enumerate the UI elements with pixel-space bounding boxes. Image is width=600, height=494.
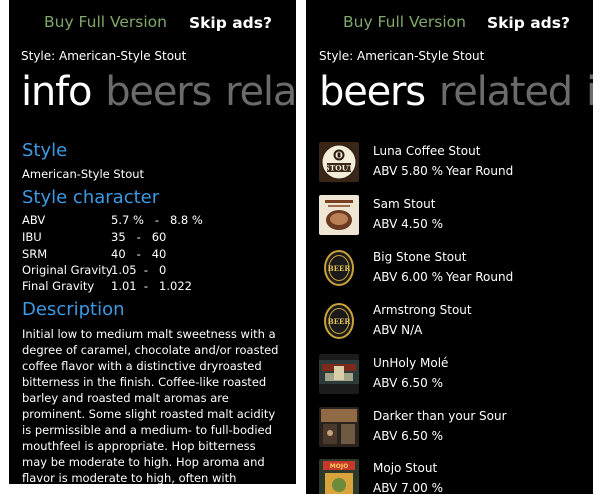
character-row-og: Original Gravity1.05 - 0 (22, 263, 166, 279)
skip-ads-link[interactable]: Skip ads? (189, 14, 272, 32)
svg-text:STOUT: STOUT (324, 164, 354, 173)
style-character-heading: Style character (22, 187, 160, 208)
beer-list-item[interactable]: BEER Armstrong Stout ABV N/A (319, 301, 589, 345)
luna-stout-logo-icon: STOUT (319, 142, 359, 182)
pivot-tab-related[interactable]: relat (225, 69, 296, 115)
beer-name: Big Stone Stout (373, 250, 467, 264)
beer-availability: Year Round (446, 164, 514, 178)
character-value: 5.7 % - 8.8 % (111, 213, 203, 227)
style-title: Style: American-Style Stout (319, 49, 485, 63)
svg-text:BEER: BEER (328, 264, 351, 273)
beer-name: UnHoly Molé (373, 356, 449, 370)
style-title: Style: American-Style Stout (21, 49, 187, 63)
character-row-srm: SRM 40 - 40 (22, 247, 166, 263)
beer-abv: ABV N/A (373, 323, 423, 337)
character-label: Final Gravity (22, 279, 95, 293)
skip-ads-link[interactable]: Skip ads? (487, 14, 570, 32)
svg-text:MOJO: MOJO (330, 463, 348, 470)
character-label: Original Gravity (22, 263, 113, 277)
character-label: IBU (22, 230, 42, 244)
darker-sour-photo-icon (319, 407, 359, 447)
pivot-tab-info[interactable]: in (586, 69, 593, 115)
beer-list-item[interactable]: BEER Big Stone Stout ABV 6.00 % Year Rou… (319, 248, 589, 292)
beer-abv: ABV 6.00 % (373, 270, 444, 284)
beer-list-item[interactable]: Sam Stout ABV 4.50 % (319, 195, 589, 239)
character-value: 1.01 - 1.022 (111, 279, 192, 293)
beer-availability: Year Round (446, 270, 514, 284)
beer-abv: ABV 6.50 % (373, 376, 444, 390)
beers-screen: Buy Full Version Skip ads? Style: Americ… (306, 0, 593, 494)
beer-list-item[interactable]: STOUT Luna Coffee Stout ABV 5.80 % Year … (319, 142, 589, 186)
buy-full-version-link[interactable]: Buy Full Version (343, 13, 466, 31)
description-heading: Description (22, 299, 125, 320)
beer-abv: ABV 7.00 % (373, 481, 444, 494)
pivot-header: info beers relat (21, 66, 296, 118)
beer-list-item[interactable]: UnHoly Molé ABV 6.50 % (319, 354, 589, 398)
info-screen: Buy Full Version Skip ads? Style: Americ… (9, 0, 296, 484)
pivot-header: beers related in (319, 66, 593, 118)
beer-abv: ABV 6.50 % (373, 429, 444, 443)
beer-name: Armstrong Stout (373, 303, 472, 317)
character-label: ABV (22, 213, 46, 227)
svg-text:BEER: BEER (328, 317, 351, 326)
beer-abv: ABV 4.50 % (373, 217, 444, 231)
beer-abv: ABV 5.80 % (373, 164, 444, 178)
character-row-ibu: IBU 35 - 60 (22, 230, 166, 246)
beer-list-item[interactable]: Darker than your Sour ABV 6.50 % (319, 407, 589, 451)
buy-full-version-link[interactable]: Buy Full Version (44, 13, 167, 31)
ad-bar: Buy Full Version Skip ads? (306, 0, 593, 46)
character-value: 40 - 40 (111, 247, 167, 261)
pivot-tab-beers[interactable]: beers (105, 69, 212, 115)
description-text: Initial low to medium malt sweetness wit… (22, 327, 279, 484)
mojo-stout-label-icon: MOJO (319, 459, 359, 494)
style-value: American-Style Stout (22, 167, 145, 181)
pivot-tab-beers[interactable]: beers (319, 69, 426, 115)
beer-name: Mojo Stout (373, 461, 438, 475)
beer-name: Sam Stout (373, 197, 436, 211)
character-row-fg: Final Gravity 1.01 - 1.022 (22, 279, 192, 295)
beer-cap-icon: BEER (319, 301, 359, 341)
beer-name: Darker than your Sour (373, 409, 507, 423)
unholy-mole-photo-icon (319, 354, 359, 394)
character-value: 1.05 - 0 (111, 263, 167, 277)
beer-cap-icon: BEER (319, 248, 359, 288)
character-row-abv: ABV 5.7 % - 8.8 % (22, 213, 203, 229)
beer-list-item[interactable]: MOJO Mojo Stout ABV 7.00 % (319, 459, 589, 494)
style-heading: Style (22, 140, 68, 161)
sam-stout-label-icon (319, 195, 359, 235)
character-label: SRM (22, 247, 48, 261)
beer-name: Luna Coffee Stout (373, 144, 481, 158)
ad-bar: Buy Full Version Skip ads? (9, 0, 296, 46)
pivot-tab-related[interactable]: related (439, 69, 573, 115)
character-value: 35 - 60 (111, 230, 167, 244)
pivot-tab-info[interactable]: info (21, 69, 92, 115)
